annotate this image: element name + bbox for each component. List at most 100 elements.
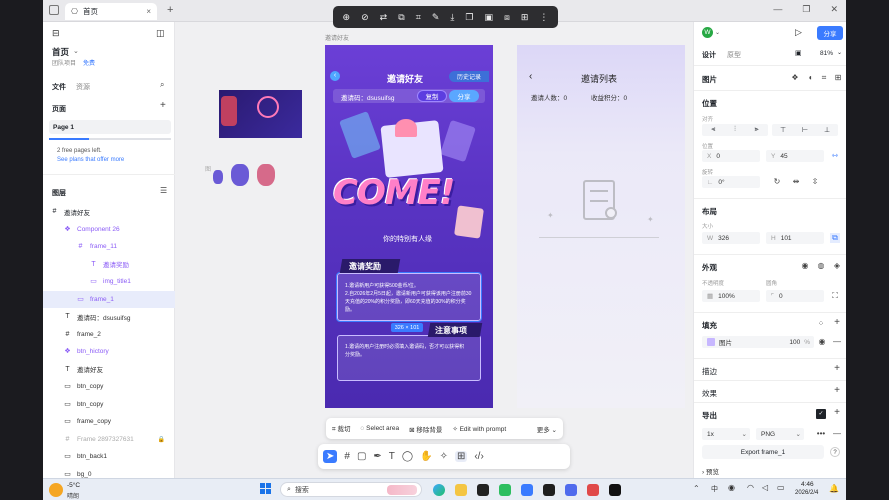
remove-export-icon[interactable]: — — [832, 429, 842, 439]
mask-icon[interactable]: ◐ — [806, 73, 816, 83]
layer-item[interactable]: # 邀请好友 — [43, 203, 175, 220]
layer-item[interactable]: ▭ btn_copy — [43, 378, 175, 395]
layer-item[interactable]: ❖ btn_hictory — [43, 343, 175, 360]
export-format-select[interactable]: PNG ⌄ — [756, 428, 804, 440]
flip-h-icon[interactable]: ⇹ — [791, 177, 801, 187]
view-icon[interactable]: ▣ — [795, 49, 802, 57]
minimize-button[interactable]: — — [773, 4, 782, 15]
back-icon[interactable]: ‹ — [330, 71, 340, 81]
code-icon[interactable]: ‹/› — [474, 451, 483, 462]
rotate-icon[interactable]: ↻ — [772, 177, 782, 187]
more-options-icon[interactable]: ••• — [816, 429, 826, 439]
layer-item[interactable]: ❖ Component 26 — [43, 221, 175, 238]
corner-icon[interactable]: ⛶ — [830, 291, 840, 301]
sidebar-toggle-icon[interactable] — [49, 5, 59, 15]
add-effect-button[interactable]: + — [832, 386, 842, 396]
crop-icon[interactable]: ⌗ — [416, 12, 421, 23]
taskbar-search[interactable]: ⌕ 搜索 — [280, 482, 422, 497]
search-icon[interactable]: ⌕ — [160, 80, 164, 90]
link-icon[interactable]: ⊘ — [361, 12, 369, 23]
weather-icon[interactable] — [49, 483, 63, 497]
remove-bg-button[interactable]: ⊠ 移除背景 — [409, 424, 442, 434]
menu-icon[interactable]: ⊟ — [52, 28, 60, 39]
hand-tool-icon[interactable]: ✋ — [420, 451, 432, 462]
rect-tool-icon[interactable]: ▢ — [357, 451, 366, 462]
radius-field[interactable]: ⌜ 0 — [766, 290, 824, 302]
chevron-down-icon[interactable]: ⌄ — [73, 47, 79, 55]
play-icon[interactable]: ▷ — [795, 27, 802, 38]
layer-options-icon[interactable]: ☰ — [160, 186, 167, 195]
target-icon[interactable]: ⊕ — [343, 12, 351, 23]
pen-tool-icon[interactable]: ✒ — [373, 451, 381, 462]
app-icon[interactable] — [565, 484, 577, 496]
ai-tool-icon[interactable]: ✧ — [440, 451, 448, 462]
layer-item[interactable]: ▭ bg_0 — [43, 466, 175, 479]
wechat-icon[interactable] — [499, 484, 511, 496]
wifi-icon[interactable]: ◠ — [747, 483, 754, 492]
copy-icon[interactable]: ❐ — [465, 12, 473, 23]
align-top-icon[interactable]: ⊤ — [780, 126, 786, 134]
width-field[interactable]: W 326 — [702, 232, 760, 244]
avatar[interactable]: W — [702, 27, 713, 38]
notification-icon[interactable]: 🔔 — [829, 484, 839, 493]
app-icon[interactable] — [543, 484, 555, 496]
layer-item[interactable]: # Frame 2897327631 🔒 — [43, 431, 175, 448]
clock-date[interactable]: 2026/2/4 — [795, 490, 818, 496]
plans-link[interactable]: See plans that offer more — [57, 157, 124, 163]
app-icon[interactable] — [587, 484, 599, 496]
y-field[interactable]: Y 45 — [766, 150, 824, 162]
fill-row[interactable]: 图片 100 % — [702, 336, 814, 348]
crop-button[interactable]: ⌗ 裁切 — [332, 423, 350, 434]
layer-item[interactable]: T 邀请好友 — [43, 361, 175, 378]
invite-friends-frame[interactable]: ‹ 邀请好友 历史记录 邀请码：dsusuifsg 复制 分享 COME! 你的… — [325, 45, 493, 408]
edge-icon[interactable] — [433, 484, 445, 496]
add-fill-button[interactable]: + — [832, 318, 842, 328]
layer-item[interactable]: T 邀请奖励 — [43, 256, 175, 273]
file-explorer-icon[interactable] — [455, 484, 467, 496]
lock-icon[interactable]: 🔒 — [158, 436, 165, 443]
layer-item[interactable]: T 邀请码：dsusuifsg — [43, 308, 175, 325]
blend-icon[interactable]: ◍ — [816, 261, 826, 271]
constraint-icon[interactable]: ⇿ — [830, 151, 840, 161]
file-title[interactable]: 首页 — [52, 46, 69, 58]
drop-icon[interactable]: ◈ — [832, 261, 842, 271]
opacity-field[interactable]: ▦ 100% — [702, 290, 760, 302]
figma-icon[interactable] — [609, 484, 621, 496]
crop-icon[interactable]: ⌗ — [819, 73, 829, 83]
export-button[interactable]: Export frame_1 — [702, 445, 824, 459]
tab-home[interactable]: ⎔ 首页 × — [65, 3, 157, 20]
more-button[interactable]: 更多 ⌄ — [537, 424, 557, 434]
zoom-level[interactable]: 81% — [820, 50, 833, 57]
export-check-icon[interactable]: ✓ — [816, 409, 826, 419]
add-export-button[interactable]: + — [832, 408, 842, 418]
chevron-down-icon[interactable]: ⌄ — [715, 29, 720, 36]
paste-icon[interactable]: ▣ — [485, 12, 494, 23]
maximize-button[interactable]: ❐ — [802, 4, 810, 15]
remove-fill-icon[interactable]: — — [832, 337, 842, 347]
layer-item[interactable]: # frame_11 — [43, 238, 175, 255]
text-tool-icon[interactable]: T — [389, 451, 395, 462]
new-tab-button[interactable]: + — [167, 4, 173, 16]
flip-v-icon[interactable]: ⇳ — [810, 177, 820, 187]
panel-toggle-icon[interactable]: ◫ — [156, 28, 165, 39]
visibility-icon[interactable]: ◉ — [800, 261, 810, 271]
plan-badge[interactable]: 免费 — [83, 58, 95, 67]
close-window-button[interactable]: ✕ — [830, 4, 838, 15]
copy-button[interactable]: 复制 — [417, 90, 447, 102]
invite-list-frame[interactable]: ‹ 邀请列表 邀请人数：0 收益积分：0 ✦ ✦ — [517, 45, 685, 408]
add-stroke-button[interactable]: + — [832, 364, 842, 374]
x-field[interactable]: X0 — [702, 150, 760, 162]
select-area-button[interactable]: ◌ Select area — [360, 425, 399, 432]
comment-tool-icon[interactable]: ◯ — [402, 451, 413, 462]
align-left-icon[interactable]: ⫷ — [711, 126, 715, 134]
align-bottom-icon[interactable]: ⊥ — [824, 126, 830, 134]
align-center-icon[interactable]: ⫶ — [734, 126, 736, 134]
clock-time[interactable]: 4:46 — [801, 481, 814, 488]
rotation-field[interactable]: ∟ 0° — [702, 176, 760, 188]
help-icon[interactable]: ? — [830, 447, 840, 457]
tab-design[interactable]: 设计 — [702, 50, 716, 60]
layer-item[interactable]: ▭ btn_copy — [43, 396, 175, 413]
share-button[interactable]: 分享 — [449, 90, 479, 102]
layer-item[interactable]: ▭ frame_copy — [43, 413, 175, 430]
layer-item[interactable]: ▭ img_title1 — [43, 273, 175, 290]
